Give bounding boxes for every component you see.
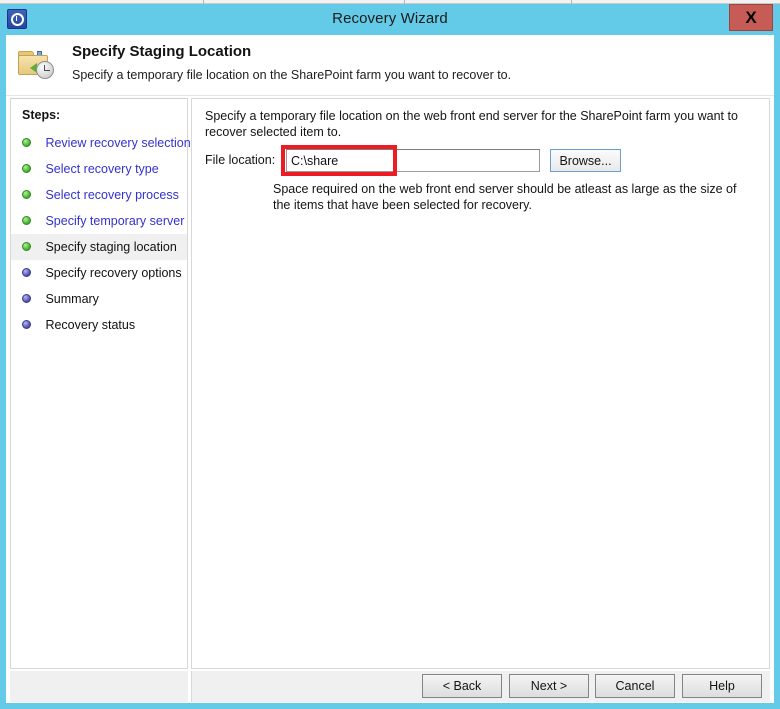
close-button[interactable]: X [729, 4, 773, 31]
screen: Recovery Wizard X Specify Staging Locati… [0, 0, 780, 709]
step-label: Select recovery process [45, 188, 179, 202]
sidebar-item-select-recovery-type[interactable]: Select recovery type [11, 156, 187, 182]
sidebar-item-select-recovery-process[interactable]: Select recovery process [11, 182, 187, 208]
green-bullet-icon [22, 163, 31, 173]
blue-bullet-icon [22, 267, 31, 277]
sidebar-item-review-recovery-selection[interactable]: Review recovery selection [11, 130, 191, 156]
green-bullet-icon [22, 215, 31, 225]
back-button[interactable]: < Back [422, 674, 502, 698]
blue-bullet-icon [22, 293, 31, 303]
sidebar-item-recovery-status: Recovery status [11, 312, 187, 338]
intro-text: Specify a temporary file location on the… [205, 109, 738, 139]
step-label: Select recovery type [45, 162, 159, 176]
step-label: Specify recovery options [45, 266, 182, 280]
recovery-wizard-window: Recovery Wizard X Specify Staging Locati… [0, 4, 780, 709]
help-button[interactable]: Help [682, 674, 762, 698]
cancel-button[interactable]: Cancel [595, 674, 675, 698]
body-area: Steps: Review recovery selection Select … [6, 96, 774, 703]
step-label: Review recovery selection [45, 136, 191, 150]
sidebar-item-summary: Summary [11, 286, 187, 312]
steps-sidebar: Steps: Review recovery selection Select … [10, 98, 191, 669]
page-subtitle: Specify a temporary file location on the… [72, 68, 512, 82]
step-label: Specify staging location [45, 240, 177, 254]
step-label: Recovery status [45, 318, 136, 332]
space-requirement-hint: Space required on the web front end serv… [273, 182, 737, 212]
next-button[interactable]: Next > [509, 674, 589, 698]
file-location-row: File location: Browse... [205, 145, 755, 176]
green-bullet-icon [22, 241, 31, 251]
browse-button[interactable]: Browse... [550, 149, 621, 172]
sidebar-item-specify-staging-location[interactable]: Specify staging location [11, 234, 187, 260]
title-bar: Recovery Wizard X [0, 4, 780, 35]
folder-restore-icon [17, 48, 55, 82]
steps-heading: Steps: [22, 108, 61, 122]
sidebar-item-specify-temporary-server[interactable]: Specify temporary server [11, 208, 187, 234]
step-label: Specify temporary server [45, 214, 185, 228]
footer-left-filler [10, 671, 188, 702]
content-pane: Specify a temporary file location on the… [191, 98, 770, 669]
window-title: Recovery Wizard [332, 10, 448, 27]
green-bullet-icon [22, 189, 31, 199]
page-title: Specify Staging Location [72, 43, 252, 60]
step-label: Summary [45, 292, 99, 306]
page-header: Specify Staging Location Specify a tempo… [6, 35, 774, 96]
client-area: Specify Staging Location Specify a tempo… [6, 35, 774, 703]
steps-list: Review recovery selection Select recover… [11, 130, 191, 338]
footer-bar: < Back Next > Cancel Help [191, 671, 770, 702]
green-bullet-icon [22, 137, 31, 147]
file-location-label: File location: [205, 153, 276, 167]
file-location-input[interactable] [286, 149, 540, 172]
sidebar-item-specify-recovery-options: Specify recovery options [11, 260, 187, 286]
blue-bullet-icon [22, 319, 31, 329]
